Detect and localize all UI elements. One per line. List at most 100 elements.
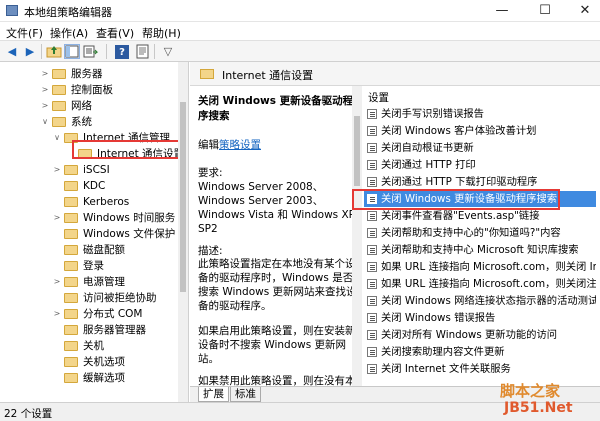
description-scrollbar[interactable]	[352, 86, 362, 386]
folder-icon	[64, 309, 78, 319]
watermark: 脚本之家 JB51.Net	[500, 380, 600, 421]
list-item[interactable]: 如果 URL 连接指向 Microsoft.com，则关闭 Int	[364, 259, 596, 275]
tree-item-label: iSCSI	[83, 164, 110, 176]
description-text: 此策略设置指定在本地没有某个设备的驱动程序时，Windows 是否搜索 Wind…	[198, 258, 357, 312]
list-item[interactable]: 关闭自动根证书更新	[364, 140, 596, 156]
tree-item-label: 控制面板	[71, 84, 113, 96]
policy-icon	[367, 330, 377, 340]
menu-help[interactable]: 帮助(H)	[142, 25, 181, 41]
edit-prefix: 编辑	[198, 139, 219, 151]
list-item[interactable]: 如果 URL 连接指向 Microsoft.com，则关闭注册	[364, 276, 596, 292]
menu-file[interactable]: 文件(F)	[6, 25, 43, 41]
list-item-label: 关闭自动根证书更新	[381, 142, 474, 154]
policy-icon	[367, 245, 377, 255]
folder-icon	[64, 293, 78, 303]
help-icon[interactable]: ?	[115, 45, 129, 59]
policy-icon	[367, 364, 377, 374]
show-tree-icon[interactable]	[64, 44, 80, 59]
toolbar-separator	[106, 44, 107, 59]
policy-icon	[367, 177, 377, 187]
scrollbar-thumb[interactable]	[354, 116, 360, 186]
forward-icon[interactable]: ▶	[22, 44, 38, 59]
description-text-disabled: 如果禁用此策略设置，则在没有本地驱动程序时...	[198, 375, 356, 386]
list-item[interactable]: 关闭事件查看器"Events.asp"链接	[364, 208, 596, 224]
edit-policy-link[interactable]: 策略设置	[219, 139, 261, 151]
filter-icon[interactable]: ▽	[160, 44, 176, 59]
requirements-value: Windows Server 2008、Windows Server 2003、…	[198, 181, 356, 235]
tree-item-label: Kerberos	[83, 196, 130, 208]
tree-item-label: 服务器	[71, 68, 103, 80]
tree-item-label: KDC	[83, 180, 106, 192]
window-title: 本地组策略编辑器	[24, 6, 112, 19]
menu-bar: 文件(F) 操作(A) 查看(V) 帮助(H)	[0, 22, 600, 40]
policy-icon	[367, 160, 377, 170]
requirements-label: 要求:	[198, 167, 223, 179]
minimize-button[interactable]: —	[482, 0, 522, 22]
maximize-button[interactable]: ☐	[525, 0, 565, 22]
folder-icon	[64, 325, 78, 335]
list-item-label: 关闭搜索助理内容文件更新	[381, 346, 505, 358]
list-item-label: 关闭 Windows 客户体验改善计划	[381, 125, 537, 137]
menu-action[interactable]: 操作(A)	[50, 25, 88, 41]
expander-icon[interactable]: >	[52, 162, 62, 178]
list-item[interactable]: 关闭搜索助理内容文件更新	[364, 344, 596, 360]
scrollbar-thumb[interactable]	[180, 102, 186, 292]
edit-policy-line: 编辑策略设置	[198, 137, 261, 152]
expander-icon[interactable]: >	[52, 210, 62, 226]
menu-view[interactable]: 查看(V)	[96, 25, 134, 41]
policy-icon	[367, 228, 377, 238]
description-pane: 关闭 Windows 更新设备驱动程序搜索 编辑策略设置 要求: Windows…	[190, 86, 362, 386]
expander-icon[interactable]: >	[40, 66, 50, 82]
expander-icon[interactable]: >	[52, 274, 62, 290]
tree-item-label: 关机选项	[83, 356, 125, 368]
list-item[interactable]: 关闭对所有 Windows 更新功能的访问	[364, 327, 596, 343]
folder-icon	[64, 213, 78, 223]
policy-icon	[367, 126, 377, 136]
list-item-label: 关闭 Windows 错误报告	[381, 312, 496, 324]
list-item-label: 关闭对所有 Windows 更新功能的访问	[381, 329, 558, 341]
folder-up-icon[interactable]	[46, 44, 62, 59]
column-header-setting[interactable]: 设置	[368, 90, 389, 105]
back-icon[interactable]: ◀	[4, 44, 20, 59]
properties-icon[interactable]	[135, 44, 151, 59]
export-list-icon[interactable]	[82, 44, 99, 59]
description-label: 描述:	[198, 245, 223, 257]
details-title: Internet 通信设置	[222, 69, 314, 82]
details-header: Internet 通信设置	[190, 62, 600, 86]
expander-icon[interactable]: ∨	[40, 114, 50, 130]
tree-item-label: 磁盘配额	[83, 244, 125, 256]
list-item[interactable]: 关闭通过 HTTP 打印	[364, 157, 596, 173]
list-item[interactable]: 关闭手写识别错误报告	[364, 106, 596, 122]
tree-item-label: 登录	[83, 260, 104, 272]
app-icon	[6, 5, 18, 16]
expander-icon[interactable]: >	[40, 82, 50, 98]
tree-item-label: 关机	[83, 340, 104, 352]
list-item-label: 关闭手写识别错误报告	[381, 108, 484, 120]
list-item[interactable]: 关闭通过 HTTP 下载打印驱动程序	[364, 174, 596, 190]
folder-icon	[64, 165, 78, 175]
watermark-line2: JB51.Net	[504, 400, 573, 416]
expander-icon[interactable]: ∨	[52, 130, 62, 146]
tree-scrollbar[interactable]	[178, 62, 188, 402]
list-item[interactable]: 关闭 Internet 文件关联服务	[364, 361, 596, 377]
list-item[interactable]: 关闭 Windows 错误报告	[364, 310, 596, 326]
highlight-box	[352, 189, 560, 210]
expander-icon[interactable]: >	[52, 306, 62, 322]
tab-extended[interactable]: 扩展	[198, 387, 229, 402]
settings-count: 22 个设置	[4, 408, 53, 420]
list-item-label: 如果 URL 连接指向 Microsoft.com，则关闭注册	[381, 278, 596, 290]
list-item[interactable]: 关闭 Windows 客户体验改善计划	[364, 123, 596, 139]
policy-icon	[367, 279, 377, 289]
folder-icon	[64, 341, 78, 351]
tab-standard[interactable]: 标准	[230, 387, 261, 402]
list-item[interactable]: 关闭 Windows 网络连接状态指示器的活动测试	[364, 293, 596, 309]
tree-item-label: 电源管理	[83, 276, 125, 288]
list-item[interactable]: 关闭帮助和支持中心 Microsoft 知识库搜索	[364, 242, 596, 258]
expander-icon[interactable]: >	[40, 98, 50, 114]
folder-icon	[64, 229, 78, 239]
folder-icon	[52, 85, 66, 95]
folder-icon	[52, 69, 66, 79]
close-button[interactable]: ✕	[565, 0, 600, 22]
folder-icon	[64, 181, 78, 191]
list-item[interactable]: 关闭帮助和支持中心的"你知道吗?"内容	[364, 225, 596, 241]
